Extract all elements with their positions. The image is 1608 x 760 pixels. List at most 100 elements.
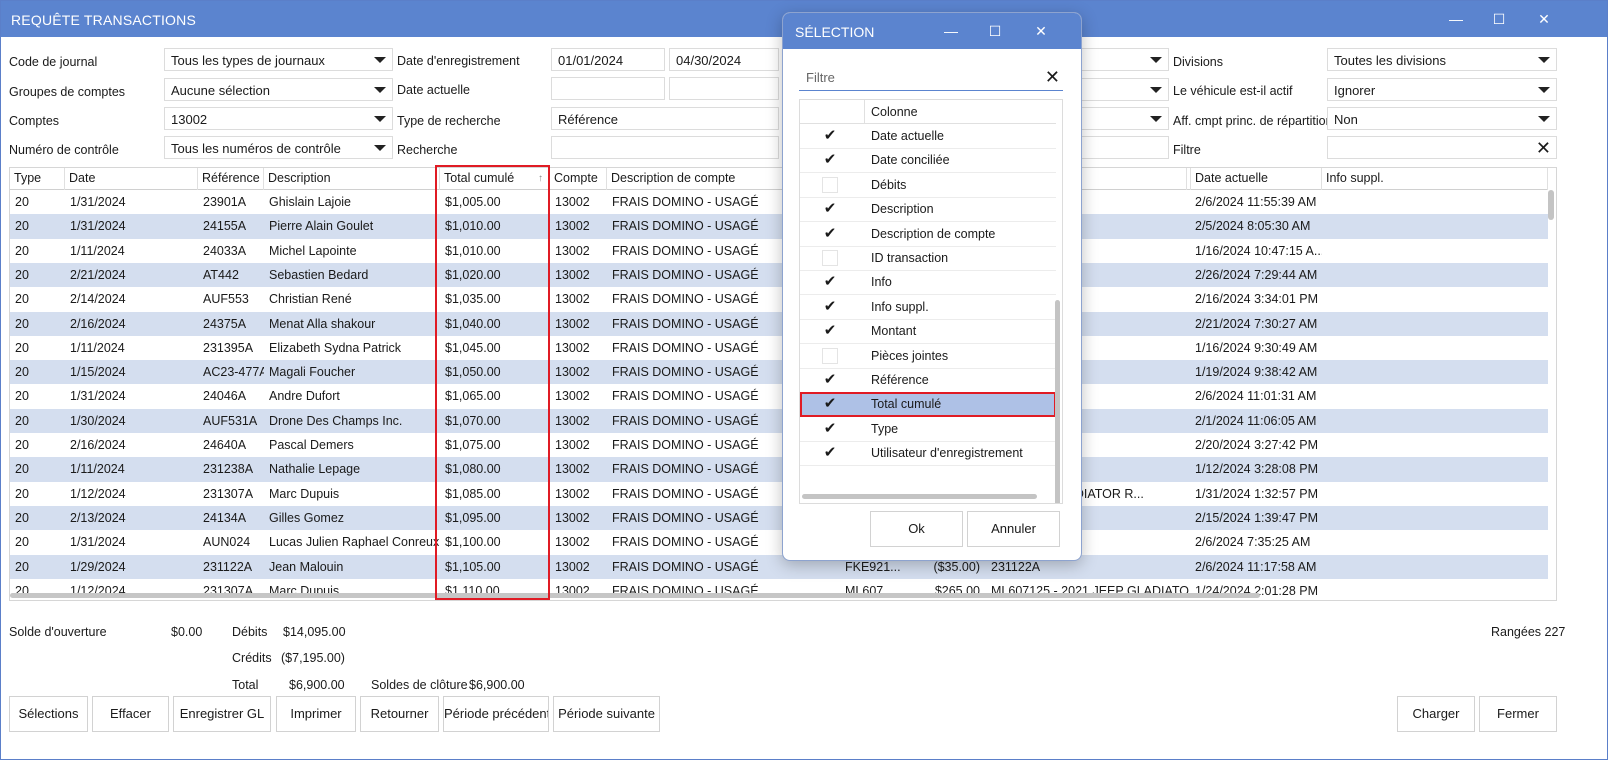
table-row[interactable]: 20 2/14/2024 AUF553 Christian René $1,035.00… (10, 287, 1548, 311)
col-compte[interactable]: Compte (550, 168, 607, 190)
checkmark-icon[interactable]: ✔ (822, 152, 838, 168)
numero-combo[interactable]: Tous les numéros de contrôle (164, 136, 393, 159)
table-row[interactable]: 20 2/16/2024 24375A Menat Alla shakour $1,04… (10, 311, 1548, 336)
cell-da: 2/20/2024 3:27:42 PM (1195, 438, 1319, 452)
checkbox-empty[interactable] (822, 347, 838, 364)
date-actuelle-from-input[interactable] (551, 77, 665, 100)
date-from-input[interactable]: 01/01/2024 (551, 48, 665, 71)
table-row[interactable]: 20 1/31/2024 AUN024 Lucas Julien Raphael Co… (10, 530, 1548, 554)
annuler-button[interactable]: Annuler (967, 511, 1060, 547)
divisions-combo[interactable]: Toutes les divisions (1327, 48, 1557, 71)
table-row[interactable]: 20 2/16/2024 24640A Pascal Demers $1,075.00 1… (10, 433, 1548, 457)
col-date-actuelle[interactable]: Date actuelle (1190, 168, 1322, 190)
checkmark-icon[interactable]: ✔ (822, 420, 838, 437)
column-item[interactable]: ID transaction (800, 246, 1056, 271)
table-row[interactable]: 20 1/31/2024 24046A Andre Dufort $1,065.00 13… (10, 384, 1548, 408)
clear-icon[interactable]: ✕ (1045, 65, 1060, 89)
ok-button[interactable]: Ok (870, 511, 963, 547)
column-item[interactable]: ✔ Montant (800, 319, 1056, 345)
clear-icon[interactable]: ✕ (1536, 137, 1551, 158)
type-recherche-label: Type de recherche (397, 114, 501, 128)
cell-d: 1/31/2024 (70, 389, 126, 404)
column-item[interactable]: ✔ Total cumulé (800, 392, 1056, 418)
column-item[interactable]: ✔ Date conciliée (800, 148, 1056, 174)
table-row[interactable]: 20 2/13/2024 24134A Gilles Gomez $1,095.00 13… (10, 505, 1548, 531)
table-row[interactable]: 20 1/15/2024 AC23-477A Magali Foucher $1,050… (10, 360, 1548, 385)
maximize-button[interactable]: ☐ (1484, 7, 1514, 31)
chevron-down-icon (1150, 57, 1162, 63)
table-row[interactable]: 20 1/31/2024 24155A Pierre Alain Goulet $1,0… (10, 214, 1548, 239)
effacer-button[interactable]: Effacer (92, 696, 169, 732)
dialog-close-button[interactable]: ✕ (1026, 19, 1056, 43)
column-item[interactable]: ✔ Type (800, 417, 1056, 442)
table-row[interactable]: 20 2/21/2024 AT442 Sebastien Bedard $1,020.0… (10, 262, 1548, 288)
column-item[interactable]: ✔ Info suppl. (800, 295, 1056, 320)
aff-combo[interactable]: Non (1327, 107, 1557, 130)
vehicule-combo[interactable]: Ignorer (1327, 78, 1557, 101)
enregistrer-gl-button[interactable]: Enregistrer GL (173, 696, 271, 732)
vertical-scrollbar[interactable] (1548, 190, 1554, 600)
table-row[interactable]: 20 1/11/2024 231395A Elizabeth Sydna Patric… (10, 336, 1548, 360)
checkmark-icon[interactable]: ✔ (822, 201, 838, 217)
column-item[interactable]: ✔ Description (800, 197, 1056, 223)
table-row[interactable]: 20 1/12/2024 231307A Marc Dupuis $1,085.00 13… (10, 482, 1548, 506)
checkmark-icon[interactable]: ✔ (822, 225, 838, 242)
horizontal-scrollbar[interactable] (10, 593, 1260, 598)
table-row[interactable]: 20 1/30/2024 AUF531A Drone Des Champs Inc. $… (10, 408, 1548, 433)
column-header-label: Colonne (871, 105, 918, 119)
cell-c: 13002 (555, 243, 590, 258)
checkmark-icon[interactable]: ✔ (822, 298, 838, 315)
column-item[interactable]: ✔ Description de compte (800, 222, 1056, 247)
column-item[interactable]: Débits (800, 173, 1056, 198)
aff-value: Non (1334, 112, 1358, 127)
table-row[interactable]: 20 1/11/2024 24033A Michel Lapointe $1,010.0… (10, 239, 1548, 263)
recherche-input[interactable] (551, 136, 779, 159)
groupes-combo[interactable]: Aucune sélection (164, 78, 393, 101)
column-item[interactable]: ✔ Utilisateur d'enregistrement (800, 441, 1056, 467)
type-recherche-combo[interactable]: Référence (551, 107, 779, 130)
cell-r: 24640A (203, 438, 247, 452)
col-type[interactable]: Type (10, 168, 65, 190)
charger-button[interactable]: Charger (1397, 696, 1475, 732)
minimize-button[interactable]: — (1441, 7, 1471, 31)
filtre-input[interactable]: ✕ (1327, 136, 1557, 159)
col-description[interactable]: Description (264, 168, 440, 190)
checkmark-icon[interactable]: ✔ (822, 128, 838, 144)
comptes-combo[interactable]: 13002 (164, 107, 393, 130)
checkbox-empty[interactable] (822, 250, 838, 266)
column-item[interactable]: ✔ Référence (800, 368, 1056, 393)
close-button[interactable]: ✕ (1529, 7, 1559, 31)
dialog-maximize-button[interactable]: ☐ (980, 19, 1010, 43)
col-info-suppl[interactable]: Info suppl. (1322, 168, 1548, 190)
table-row[interactable]: 20 1/31/2024 23901A Ghislain Lajoie $1,005.0… (10, 190, 1548, 214)
periode-precedente-button[interactable]: Période précédente (443, 696, 549, 732)
table-row[interactable]: 20 1/29/2024 231122A Jean Malouin $1,105.00 1… (10, 554, 1548, 579)
checkmark-icon[interactable]: ✔ (822, 323, 838, 339)
list-vertical-scrollbar[interactable] (1055, 300, 1060, 503)
code-journal-combo[interactable]: Tous les types de journaux (164, 48, 393, 71)
checkmark-icon[interactable]: ✔ (822, 445, 838, 461)
dialog-filter-input[interactable]: Filtre ✕ (799, 65, 1063, 91)
column-item[interactable]: ✔ Info (800, 270, 1056, 296)
checkmark-icon[interactable]: ✔ (822, 372, 838, 388)
cell-t: 20 (15, 559, 29, 574)
periode-suivante-button[interactable]: Période suivante (553, 696, 660, 732)
list-horizontal-scrollbar[interactable] (802, 494, 1037, 499)
imprimer-button[interactable]: Imprimer (276, 696, 356, 732)
col-reference[interactable]: Référence (198, 168, 264, 190)
aff-label: Aff. cmpt princ. de répartition (1173, 114, 1333, 128)
checkmark-icon[interactable]: ✔ (822, 274, 838, 290)
date-to-input[interactable]: 04/30/2024 (669, 48, 779, 71)
dialog-minimize-button[interactable]: — (936, 19, 966, 43)
scroll-thumb[interactable] (1548, 190, 1554, 220)
column-item[interactable]: ✔ Date actuelle (800, 124, 1056, 149)
selections-button[interactable]: Sélections (9, 696, 88, 732)
table-row[interactable]: 20 1/11/2024 231238A Nathalie Lepage $1,080.… (10, 457, 1548, 482)
fermer-button[interactable]: Fermer (1479, 696, 1557, 732)
col-date[interactable]: Date (65, 168, 198, 190)
column-item[interactable]: Pièces jointes (800, 344, 1056, 369)
checkbox-empty[interactable] (822, 176, 838, 193)
retourner-button[interactable]: Retourner (360, 696, 439, 732)
checkmark-icon[interactable]: ✔ (822, 396, 838, 412)
date-actuelle-to-input[interactable] (669, 77, 779, 100)
